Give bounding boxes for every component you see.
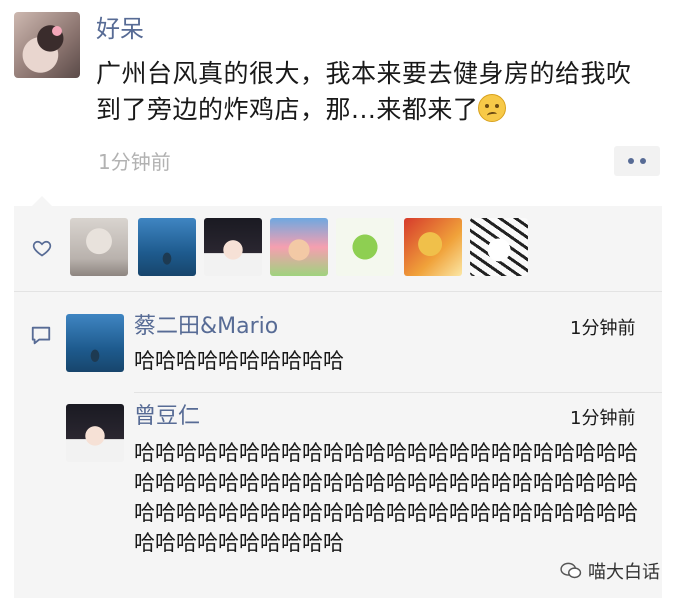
watermark-text: 喵大白话: [588, 562, 660, 583]
poster-avatar[interactable]: [14, 12, 80, 78]
comment-author[interactable]: 曾豆仁: [134, 402, 200, 432]
liker-avatar[interactable]: [138, 218, 196, 276]
dot-icon: [640, 158, 646, 164]
liker-avatar[interactable]: [404, 218, 462, 276]
comment-timestamp: 1分钟前: [570, 318, 636, 339]
comment-icon: [31, 326, 51, 345]
face-emoji-icon: [478, 94, 507, 122]
comment-author[interactable]: 蔡二田&Mario: [134, 312, 278, 342]
heart-icon: [32, 240, 52, 257]
dot-icon: [628, 158, 634, 164]
comment-text: 哈哈哈哈哈哈哈哈哈哈哈哈哈哈哈哈哈哈哈哈哈哈哈哈哈哈哈哈哈哈哈哈哈哈哈哈哈哈哈哈…: [134, 441, 638, 555]
liker-avatar[interactable]: [470, 218, 528, 276]
watermark: 喵大白话: [560, 558, 660, 584]
post-text: 广州台风真的很大，我本来要去健身房的给我吹到了旁边的炸鸡店，那...来都来了: [96, 56, 656, 128]
liker-avatar[interactable]: [204, 218, 262, 276]
liker-avatar[interactable]: [336, 218, 394, 276]
comment-text: 哈哈哈哈哈哈哈哈哈哈: [134, 349, 344, 373]
comment-timestamp: 1分钟前: [570, 408, 636, 429]
commenter-avatar[interactable]: [66, 314, 124, 372]
likes-row: [14, 206, 662, 292]
post-body: 广州台风真的很大，我本来要去健身房的给我吹到了旁边的炸鸡店，那...来都来了: [96, 59, 632, 124]
commenter-avatar[interactable]: [66, 404, 124, 462]
poster-name[interactable]: 好呆: [96, 12, 144, 46]
post-timestamp: 1分钟前: [98, 150, 171, 174]
liker-avatar[interactable]: [270, 218, 328, 276]
wechat-icon: [560, 562, 582, 579]
panel-arrow: [32, 196, 52, 206]
comment-divider: [134, 392, 662, 393]
flower-decoration: [52, 26, 62, 36]
liker-avatar[interactable]: [70, 218, 128, 276]
more-options-button[interactable]: [614, 146, 660, 176]
